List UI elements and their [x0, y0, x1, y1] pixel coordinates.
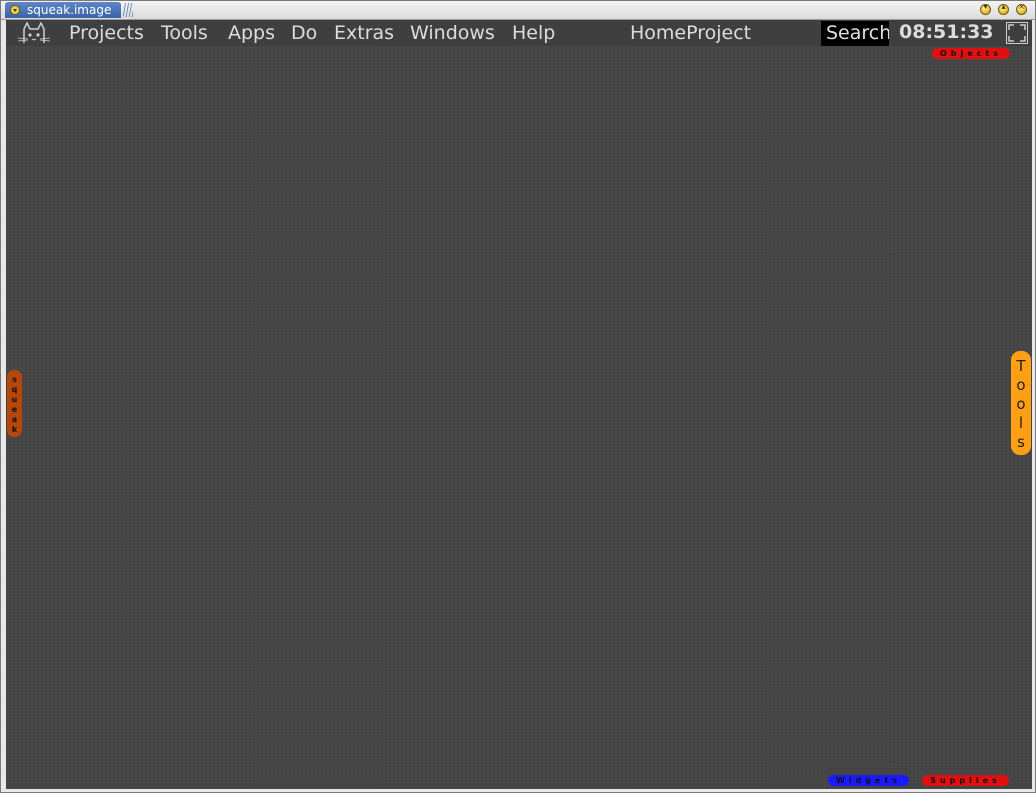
close-icon[interactable]: ×: [1016, 2, 1027, 15]
project-name[interactable]: HomeProject: [630, 22, 751, 44]
title-grip-icon: [123, 3, 133, 17]
supplies-flap-tab[interactable]: Supplies: [922, 775, 1009, 786]
world-desktop[interactable]: Objects squeak Tools Widgets Supplies: [6, 46, 1032, 789]
menu-help[interactable]: Help: [512, 22, 555, 44]
window-title-tab[interactable]: squeak.image: [5, 2, 121, 18]
tools-flap-label: Tools: [1016, 357, 1026, 451]
menu-extras[interactable]: Extras: [334, 22, 394, 44]
window-title: squeak.image: [27, 3, 112, 17]
squeak-flap-tab[interactable]: squeak: [7, 370, 22, 437]
menu-windows[interactable]: Windows: [410, 22, 495, 44]
docking-menu-bar: Projects Tools Apps Do Extras Windows He…: [6, 20, 1032, 46]
squeak-cat-logo-icon[interactable]: [16, 21, 52, 45]
window-menu-icon[interactable]: [10, 5, 20, 15]
clock[interactable]: 08:51:33: [899, 21, 994, 43]
title-bar[interactable]: squeak.image ▾ ▴ ×: [1, 1, 1035, 20]
menu-projects[interactable]: Projects: [69, 22, 144, 44]
maximize-icon[interactable]: ▴: [998, 2, 1009, 15]
menu-apps[interactable]: Apps: [228, 22, 275, 44]
squeak-flap-label: squeak: [11, 375, 18, 434]
squeak-window: squeak.image ▾ ▴ × Projects Tools Apps D…: [0, 0, 1036, 793]
widgets-flap-tab[interactable]: Widgets: [828, 775, 909, 786]
menu-do[interactable]: Do: [291, 22, 317, 44]
search-input[interactable]: Search: [821, 21, 889, 46]
menu-tools[interactable]: Tools: [161, 22, 208, 44]
tools-flap-tab[interactable]: Tools: [1011, 351, 1031, 455]
objects-flap-tab[interactable]: Objects: [932, 48, 1010, 59]
fullscreen-icon[interactable]: [1006, 22, 1028, 44]
minimize-icon[interactable]: ▾: [980, 2, 991, 15]
